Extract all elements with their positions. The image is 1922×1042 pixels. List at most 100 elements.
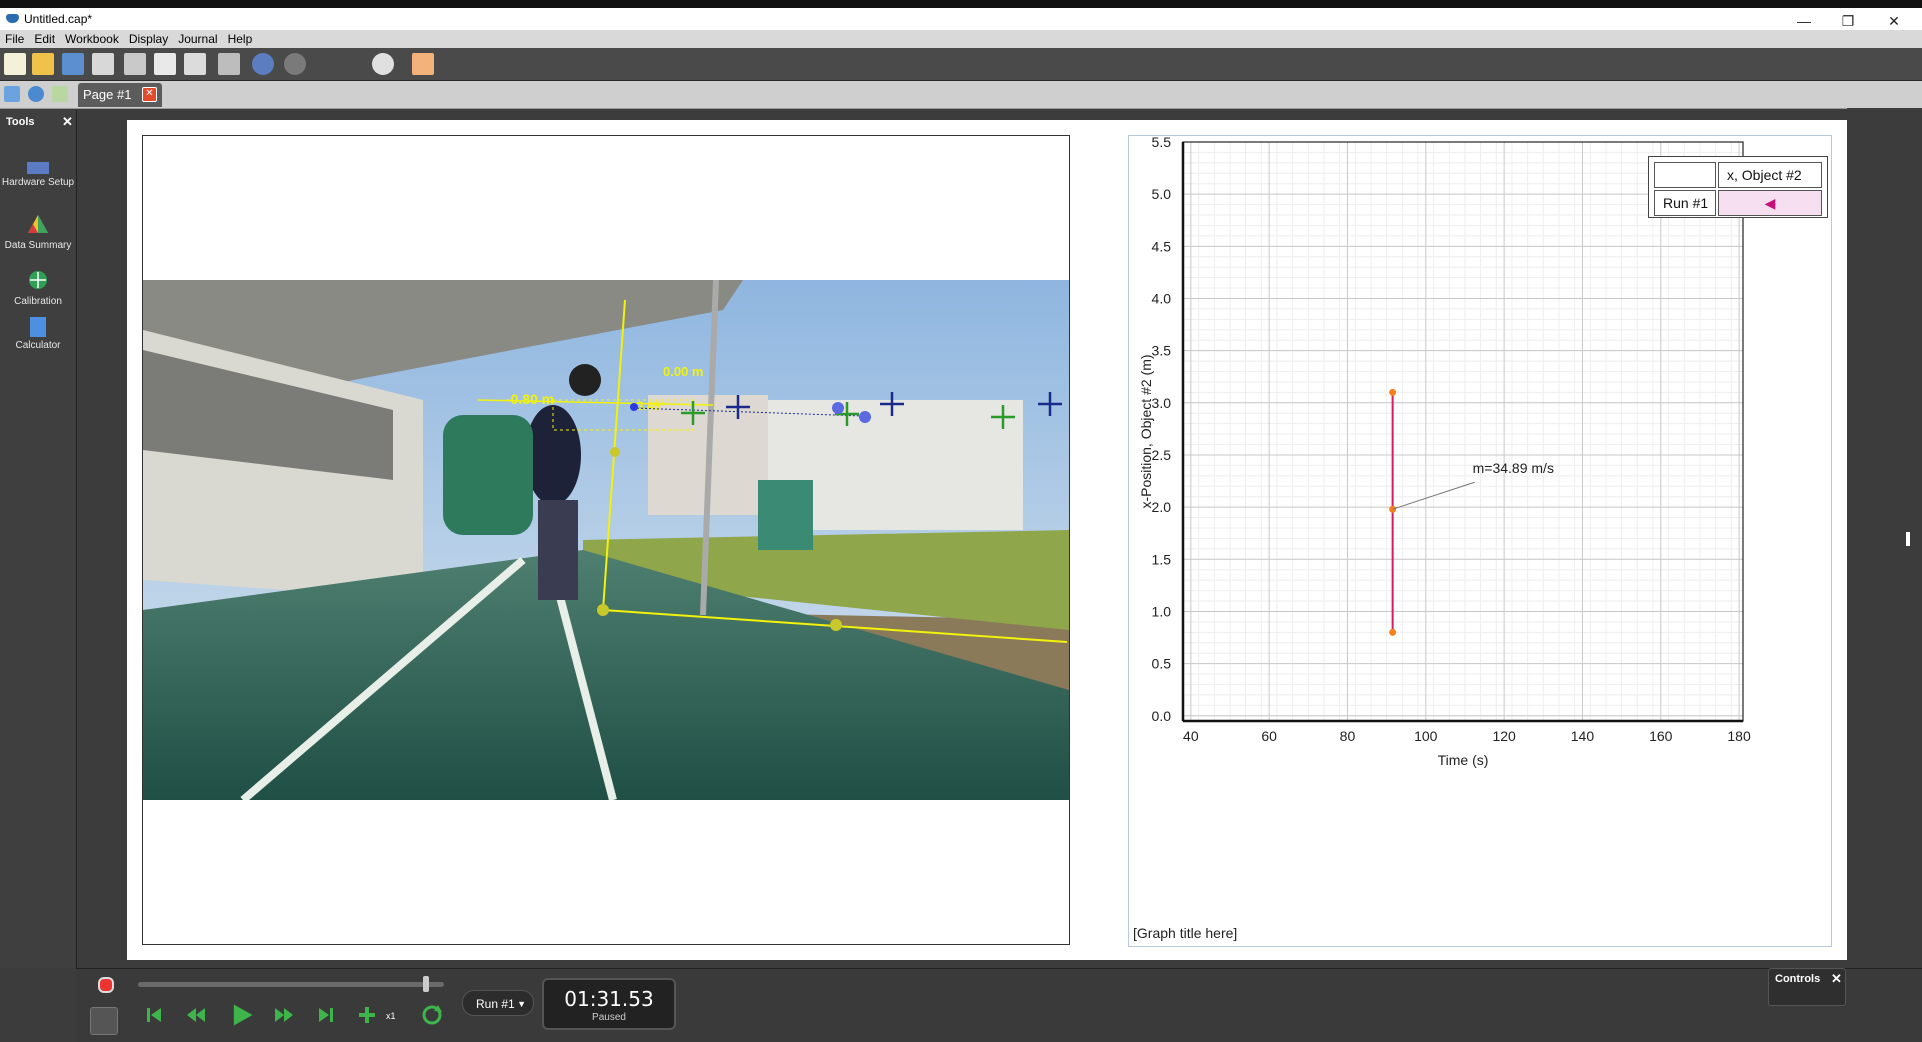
tools-close-icon[interactable]: ✕	[62, 114, 73, 130]
loop-icon[interactable]	[420, 1003, 444, 1027]
collection-mode-icon[interactable]	[90, 1007, 118, 1035]
copy-icon[interactable]	[154, 53, 176, 75]
track-point[interactable]	[832, 402, 844, 414]
tab-row: Page #1 ✕	[0, 81, 1922, 109]
x-tick-label: 100	[1414, 728, 1438, 744]
track-point[interactable]	[859, 411, 871, 423]
elapsed-time: 01:31.53	[564, 987, 654, 1011]
y-tick-label: 3.5	[1152, 343, 1172, 359]
rewind-icon[interactable]	[184, 1003, 208, 1027]
y-tick-label: 1.5	[1152, 551, 1172, 567]
measure-y-label: 0.00 m	[663, 364, 703, 379]
y-axis-label: x-Position, Object #2 (m)	[1138, 354, 1154, 508]
x-tick-label: 120	[1492, 728, 1516, 744]
playback-speed-icon[interactable]	[358, 1003, 382, 1027]
resize-handle[interactable]	[1906, 532, 1910, 546]
data-point	[1389, 388, 1397, 396]
tool-label: Hardware Setup	[1, 177, 75, 188]
playback-rate: x1	[386, 1011, 396, 1021]
graph-legend[interactable]: x, Object #2 Run #1 ◀	[1648, 156, 1828, 218]
y-tick-label: 4.5	[1152, 238, 1172, 254]
legend-swatch-blank	[1654, 162, 1716, 188]
play-icon[interactable]	[228, 1001, 256, 1029]
hardware-icon	[27, 162, 49, 174]
run-selector-label: Run #1	[476, 997, 515, 1011]
time-display: 01:31.53 Paused	[542, 978, 676, 1030]
tool-label: Calculator	[15, 340, 61, 351]
axis-handle[interactable]	[830, 619, 842, 631]
tools-palette: Tools ✕ Hardware Setup Data Summary Cali…	[0, 110, 77, 968]
controls-palette: Controls ✕	[1768, 968, 1846, 1006]
tab-close-icon[interactable]: ✕	[142, 87, 157, 102]
y-tick-label: 2.5	[1152, 447, 1172, 463]
controls-palette-title: Controls	[1775, 973, 1821, 985]
new-file-icon[interactable]	[4, 53, 26, 75]
tool-hardware-setup[interactable]: Hardware Setup	[0, 158, 76, 188]
tools-header: Tools	[6, 116, 35, 128]
page-sorter-icon[interactable]	[52, 86, 68, 102]
app-icon	[6, 14, 19, 23]
position-time-chart[interactable]: 40 60 80 100 120 140 160 180 0.0 0.5 1.0 1.5 2.0 2.5 3…	[1129, 136, 1831, 916]
delete-icon[interactable]	[218, 53, 240, 75]
x-tick-label: 160	[1649, 728, 1673, 744]
tool-label: Calibration	[14, 296, 62, 307]
camera-icon[interactable]	[372, 53, 394, 75]
fast-forward-icon[interactable]	[272, 1003, 296, 1027]
playback-slider[interactable]	[138, 982, 444, 987]
legend-marker: ◀	[1718, 190, 1822, 216]
plot-frame	[1182, 141, 1744, 722]
graph-title[interactable]: [Graph title here]	[1133, 925, 1237, 941]
undo-icon[interactable]	[252, 53, 274, 75]
axis-handle[interactable]	[610, 447, 620, 457]
menu-help[interactable]: Help	[223, 30, 258, 48]
calculator-icon	[30, 317, 46, 337]
window-title: Untitled.cap*	[24, 12, 93, 26]
playback-status: Paused	[592, 1012, 626, 1023]
cut-icon[interactable]	[124, 53, 146, 75]
restore-button[interactable]: ❐	[1826, 10, 1870, 32]
close-button[interactable]: ✕	[1872, 10, 1916, 32]
run-selector[interactable]: Run #1 ▼	[462, 990, 534, 1016]
print-icon[interactable]	[92, 53, 114, 75]
controls-close-icon[interactable]: ✕	[1831, 971, 1842, 987]
x-tick-label: 140	[1571, 728, 1595, 744]
tool-calculator[interactable]: Calculator	[0, 317, 76, 351]
redo-icon[interactable]	[284, 53, 306, 75]
legend-header: x, Object #2	[1718, 162, 1822, 188]
settings-gear-icon[interactable]	[28, 86, 44, 102]
teal-cart	[758, 480, 813, 550]
menu-edit[interactable]: Edit	[29, 30, 60, 48]
x-tick-label: 60	[1261, 728, 1277, 744]
y-tick-label: 5.0	[1152, 186, 1172, 202]
skip-start-icon[interactable]	[142, 1003, 166, 1027]
y-tick-label: 1.0	[1152, 603, 1172, 619]
data-point	[1389, 628, 1397, 636]
y-tick-label: 2.0	[1152, 499, 1172, 515]
page-layout-icon[interactable]	[4, 86, 20, 102]
video-frame[interactable]: -0.80 m 0.00 m -3.45°	[143, 280, 1069, 800]
data-point	[1389, 505, 1397, 513]
paste-icon[interactable]	[184, 53, 206, 75]
controls-bar: x1	[76, 968, 1922, 1042]
menu-file[interactable]: File	[0, 30, 29, 48]
y-tick-label: 5.5	[1152, 136, 1172, 150]
tool-calibration[interactable]: Calibration	[0, 270, 76, 307]
save-icon[interactable]	[62, 53, 84, 75]
title-bar: Untitled.cap* — ❐ ✕	[0, 0, 1922, 30]
y-tick-label: 0.5	[1152, 656, 1172, 672]
x-tick-label: 80	[1340, 728, 1356, 744]
track-point[interactable]	[630, 403, 638, 411]
menu-workbook[interactable]: Workbook	[60, 30, 124, 48]
minimize-button[interactable]: —	[1782, 10, 1826, 32]
chevron-down-icon: ▼	[517, 999, 526, 1009]
origin-handle[interactable]	[597, 604, 609, 616]
tool-data-summary[interactable]: Data Summary	[0, 214, 76, 251]
playback-slider-thumb[interactable]	[423, 976, 429, 992]
menu-display[interactable]: Display	[124, 30, 173, 48]
menu-journal[interactable]: Journal	[173, 30, 222, 48]
video-analysis-icon[interactable]	[412, 53, 434, 75]
open-folder-icon[interactable]	[32, 53, 54, 75]
person-legs	[538, 500, 578, 600]
x-tick-label: 180	[1727, 728, 1751, 744]
skip-end-icon[interactable]	[314, 1003, 338, 1027]
